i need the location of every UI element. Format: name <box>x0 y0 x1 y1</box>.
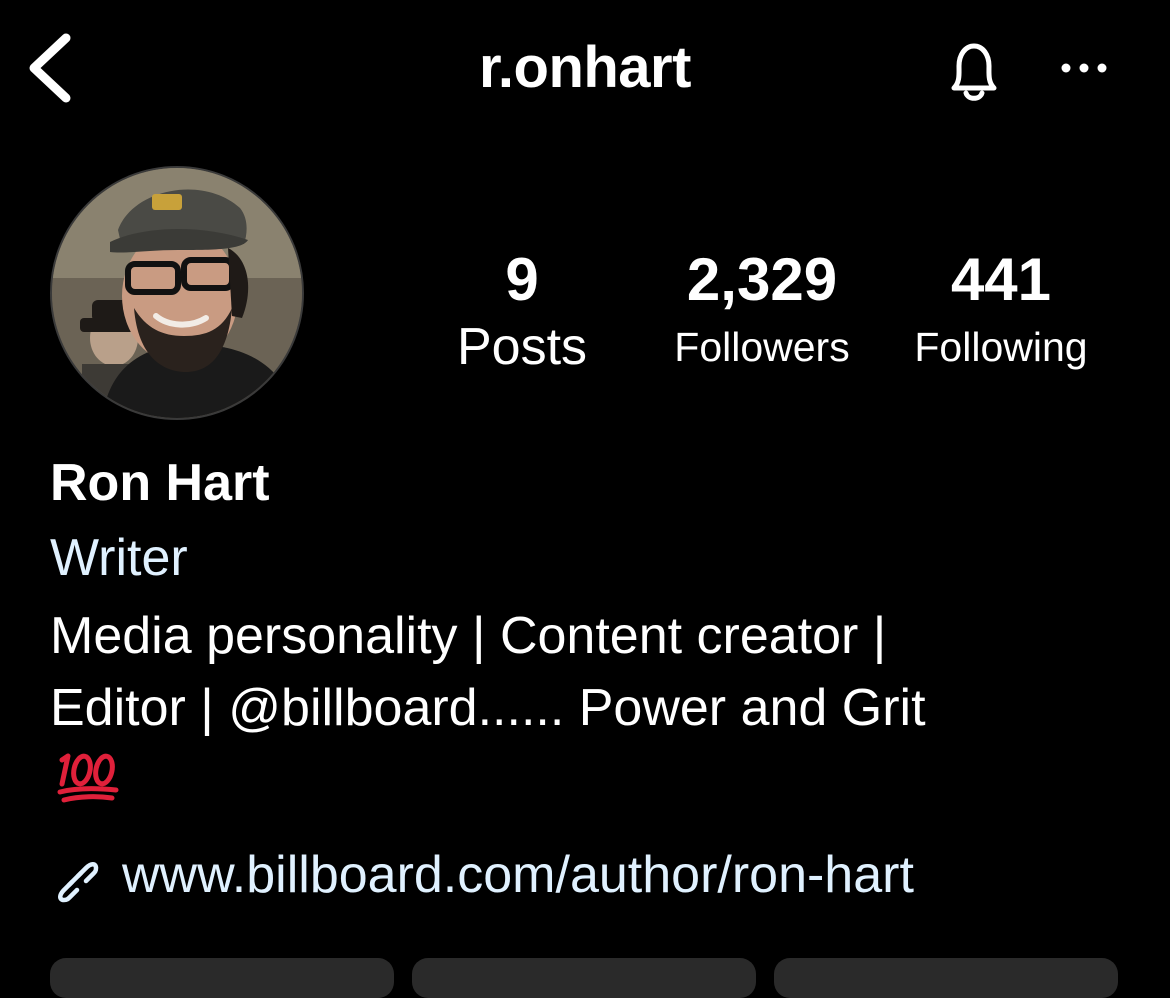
link-icon <box>58 862 99 903</box>
notifications-button[interactable] <box>938 38 1010 106</box>
follow-button[interactable] <box>50 958 394 998</box>
followers-count-value: 2,329 <box>686 246 838 313</box>
top-bar: r.onhart <box>0 0 1170 140</box>
profile-website-url: www.billboard.com/author/ron-hart <box>122 846 914 904</box>
profile-full-name: Ron Hart <box>50 454 270 512</box>
profile-category: Writer <box>50 529 188 587</box>
bio-line: Media personality | Content creator | <box>50 607 887 665</box>
contact-button[interactable] <box>774 958 1118 998</box>
more-options-button[interactable] <box>1052 48 1116 88</box>
ellipsis-icon <box>1061 63 1107 73</box>
followers-count[interactable]: 2,329 Followers <box>648 248 876 374</box>
bio-line: Editor | @billboard...... Power and Grit <box>50 679 926 737</box>
avatar[interactable] <box>50 166 304 420</box>
followers-count-label: Followers <box>674 324 850 370</box>
following-count-value: 441 <box>950 246 1052 313</box>
posts-count[interactable]: 9 Posts <box>430 246 614 376</box>
following-count-label: Following <box>914 324 1088 370</box>
hundred-points-emoji-icon <box>56 748 120 808</box>
bell-icon <box>951 43 997 101</box>
message-button[interactable] <box>412 958 756 998</box>
posts-count-label: Posts <box>456 318 588 376</box>
avatar-photo <box>52 168 302 418</box>
profile-bio: Media personality | Content creator | Ed… <box>50 600 1130 744</box>
posts-count-value: 9 <box>505 246 539 313</box>
following-count[interactable]: 441 Following <box>888 248 1114 374</box>
